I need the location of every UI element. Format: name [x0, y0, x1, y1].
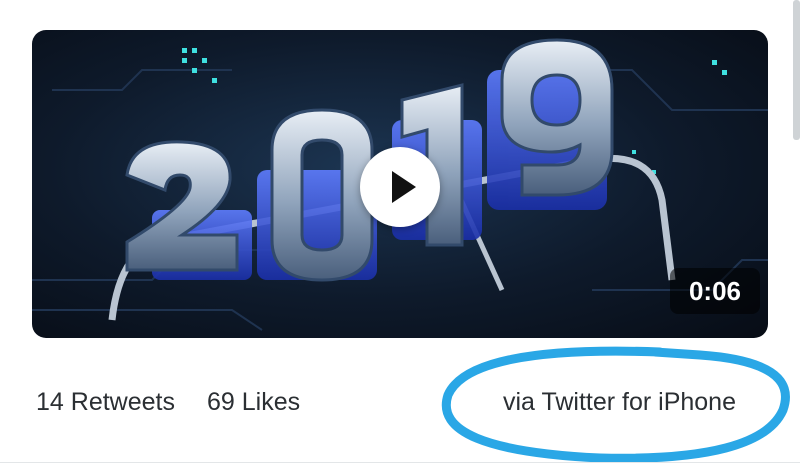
divider — [0, 462, 800, 463]
likes-stat[interactable]: 69 Likes — [207, 388, 300, 417]
likes-label: Likes — [241, 387, 301, 416]
retweets-stat[interactable]: 14 Retweets — [36, 388, 175, 417]
video-duration-badge: 0:06 — [670, 268, 760, 314]
scrollbar[interactable] — [793, 0, 800, 140]
retweets-label: Retweets — [70, 387, 175, 416]
tweet-source-link[interactable]: via Twitter for iPhone — [503, 382, 736, 422]
play-button[interactable] — [360, 147, 440, 227]
retweets-count: 14 — [36, 387, 64, 416]
play-icon — [392, 171, 416, 203]
tweet-detail-fragment: 0:06 14 Retweets 69 Likes via Twitter fo… — [0, 0, 800, 471]
tweet-stats: 14 Retweets 69 Likes — [36, 382, 300, 422]
likes-count: 69 — [206, 387, 235, 416]
video-thumbnail[interactable]: 0:06 — [32, 30, 768, 338]
